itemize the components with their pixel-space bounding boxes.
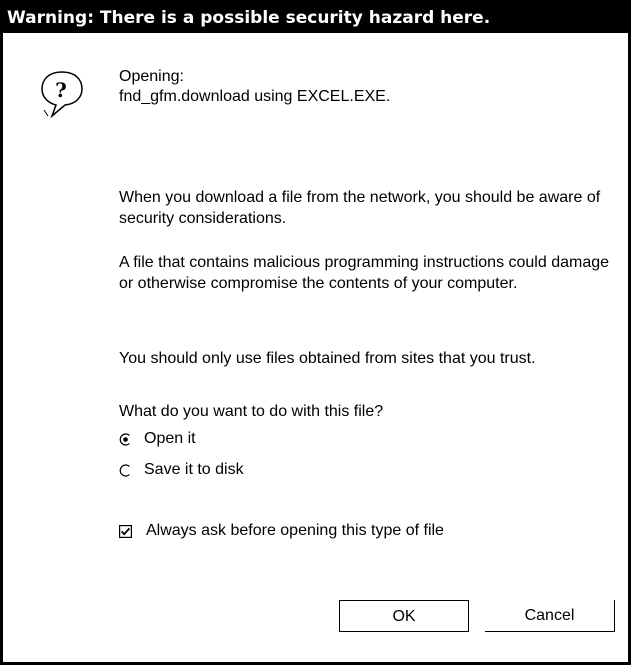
- cancel-button[interactable]: Cancel: [485, 600, 615, 632]
- svg-text:?: ?: [55, 78, 67, 102]
- trust-advice-text: You should only use files obtained from …: [119, 350, 536, 367]
- always-ask-label: Always ask before opening this type of f…: [146, 522, 444, 539]
- radio-selected-icon[interactable]: [119, 432, 132, 446]
- open-it-radio-option[interactable]: Open it: [119, 427, 196, 451]
- radio-unselected-icon[interactable]: [119, 463, 132, 477]
- opening-file-text: fnd_gfm.download using EXCEL.EXE.: [119, 88, 391, 105]
- help-question-icon: ?: [41, 71, 83, 119]
- security-warning-dialog: Warning: There is a possible security ha…: [0, 0, 631, 665]
- action-question-text: What do you want to do with this file?: [119, 403, 384, 420]
- dialog-title: Warning: There is a possible security ha…: [3, 3, 628, 33]
- save-to-disk-label: Save it to disk: [144, 461, 244, 478]
- always-ask-checkbox-option[interactable]: Always ask before opening this type of f…: [119, 519, 444, 543]
- malicious-warning-text: A file that contains malicious programmi…: [119, 254, 610, 292]
- ok-button[interactable]: OK: [339, 600, 469, 632]
- opening-label: Opening:: [119, 68, 184, 85]
- checkbox-checked-icon[interactable]: [119, 524, 132, 538]
- open-it-label: Open it: [144, 430, 196, 447]
- security-info-text: When you download a file from the networ…: [119, 189, 601, 227]
- save-to-disk-radio-option[interactable]: Save it to disk: [119, 458, 244, 482]
